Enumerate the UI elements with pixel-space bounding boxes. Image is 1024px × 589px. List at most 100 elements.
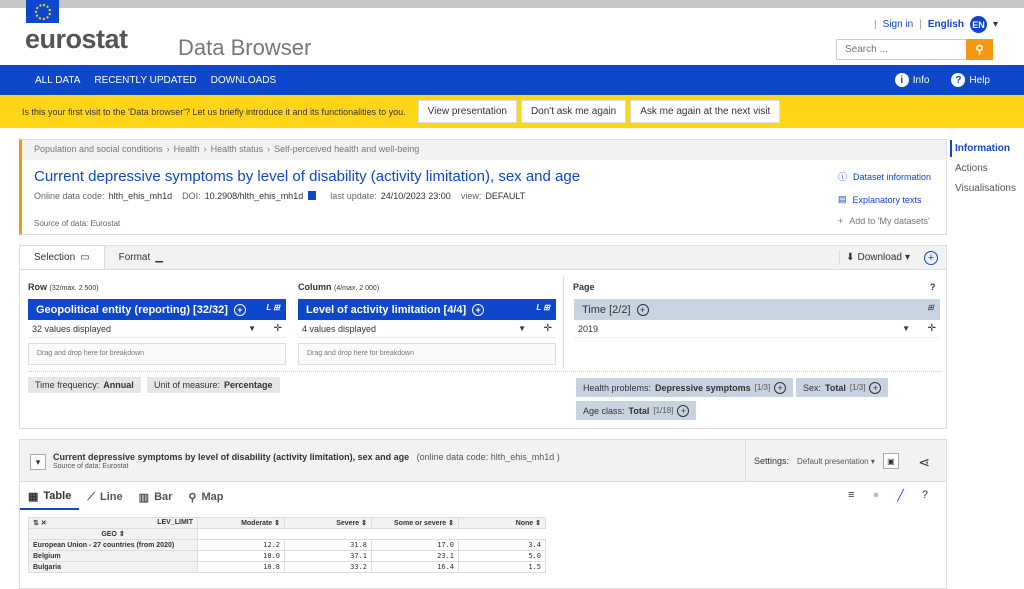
breadcrumb-item[interactable]: Health status (211, 144, 264, 156)
add-button[interactable]: + (924, 251, 938, 265)
selection-panel: Selection ▭ Format ▁ ⬇ Download ▾ + Row (32/… (19, 245, 947, 429)
right-nav-actions[interactable]: Actions (955, 163, 1016, 174)
language-code-badge[interactable]: EN (969, 16, 987, 33)
tab-map[interactable]: ⚲ Map (180, 484, 231, 510)
move-icon[interactable]: ✛ (544, 323, 552, 334)
move-icon[interactable]: ✛ (928, 323, 936, 334)
eurostat-logo[interactable]: eurostat (25, 24, 128, 55)
help-button[interactable]: ? Help (951, 73, 990, 87)
sign-in-link[interactable]: Sign in (883, 19, 914, 30)
search-button[interactable]: ⚲ (966, 39, 993, 60)
nav-downloads[interactable]: DOWNLOADS (211, 75, 277, 86)
ask-later-button[interactable]: Ask me again at the next visit (630, 100, 781, 123)
map-pin-icon: ⚲ (188, 491, 197, 504)
download-button[interactable]: ⬇ Download ▾ (839, 250, 916, 265)
swap-icon[interactable]: ⇅ ✕ (33, 519, 47, 527)
chevron-down-icon: ▼ (902, 324, 910, 333)
health-problems-chip[interactable]: Health problems: Depressive symptoms [1/3]… (576, 378, 794, 397)
presentation-select[interactable]: Default presentation ▾ (797, 457, 875, 466)
view-title: Current depressive symptoms by level of … (53, 452, 560, 462)
column-drop-zone[interactable]: Drag and drop here for breakdown (298, 343, 556, 365)
search-input[interactable] (836, 39, 966, 60)
sex-chip[interactable]: Sex: Total [1/3] + (796, 378, 889, 397)
add-to-my-datasets-link[interactable]: + Add to 'My datasets' (838, 216, 931, 226)
dont-ask-button[interactable]: Don't ask me again (520, 100, 627, 123)
nav-recently-updated[interactable]: RECENTLY UPDATED (94, 75, 196, 86)
geo-header[interactable]: GEO ⇕ (28, 528, 198, 540)
page-dimension-time[interactable]: Time [2/2] + ⊞ (574, 299, 940, 320)
help-icon[interactable]: ? (930, 282, 936, 292)
row-drop-zone[interactable]: Drag and drop here for breakdown (28, 343, 286, 365)
table-corner: ⇅ ✕ LEV_LIMIT (28, 517, 198, 529)
lock-icon[interactable]: L ⊞ (536, 303, 550, 312)
top-links: | Sign in | English EN ▾ (874, 16, 998, 33)
intro-banner: Is this your first visit to the 'Data br… (0, 95, 1024, 128)
info-circle-icon: ⓘ (838, 172, 848, 182)
chevron-down-icon[interactable]: ▾ (993, 19, 998, 30)
save-icon[interactable]: ▣ (882, 453, 899, 469)
column-header[interactable]: None ⇕ (458, 517, 546, 529)
unit-of-measure-chip[interactable]: Unit of measure: Percentage (147, 377, 280, 393)
age-class-chip[interactable]: Age class: Total [1/18] + (576, 401, 697, 420)
column-header[interactable]: Severe ⇕ (284, 517, 372, 529)
column-heading: Column (4/max. 2 000) (298, 282, 380, 292)
tab-table[interactable]: ▦ Table (20, 484, 80, 510)
pen-icon[interactable]: ╱ (897, 489, 904, 502)
table-icon: ▦ (28, 490, 39, 503)
minimize-icon: ▁ (155, 252, 163, 263)
tab-bar[interactable]: ▥ Bar (131, 484, 181, 510)
filter-icon[interactable]: ≡ (848, 489, 854, 502)
search-icon: ⚲ (975, 44, 984, 56)
nav-all-data[interactable]: ALL DATA (35, 75, 80, 86)
row-heading: Row (32/max. 2 500) (28, 282, 99, 292)
flag-icon[interactable]: ● (873, 489, 880, 502)
time-frequency-chip[interactable]: Time frequency: Annual (28, 377, 141, 393)
tab-format[interactable]: Format ▁ (105, 246, 177, 269)
copy-icon[interactable] (308, 191, 317, 200)
add-icon[interactable]: + (774, 381, 787, 394)
right-nav-information[interactable]: Information (955, 143, 1016, 154)
column-values-dropdown[interactable]: 4 values displayed ▼ ✛ (298, 322, 556, 338)
add-icon[interactable]: + (869, 381, 882, 394)
add-icon[interactable]: + (233, 303, 246, 316)
dataset-title: Current depressive symptoms by level of … (34, 168, 581, 185)
language-selector[interactable]: English (928, 19, 964, 30)
column-dimension-activity[interactable]: Level of activity limitation [4/4] + L ⊞ (298, 299, 556, 320)
add-icon[interactable]: + (677, 404, 690, 417)
share-icon[interactable]: ⋖ (918, 454, 930, 471)
tab-line[interactable]: ⟋ Line (79, 484, 130, 510)
window-icon: ▭ (80, 252, 90, 263)
info-button[interactable]: i Info (894, 73, 929, 87)
column-header[interactable]: Moderate ⇕ (197, 517, 285, 529)
app-title: Data Browser (178, 35, 312, 60)
help-icon[interactable]: ? (922, 489, 928, 502)
explanatory-texts-link[interactable]: ▤ Explanatory texts (838, 194, 931, 205)
column-header[interactable]: Some or severe ⇕ (371, 517, 459, 529)
info-icon: i (894, 73, 909, 87)
view-presentation-button[interactable]: View presentation (417, 100, 517, 123)
breadcrumb-item[interactable]: Population and social conditions (34, 144, 163, 156)
right-nav-visualisations[interactable]: Visualisations (955, 183, 1016, 194)
settings-area: Settings: Default presentation ▾ ▣ (745, 440, 899, 482)
top-strip (0, 0, 1024, 8)
move-icon[interactable]: ✛ (274, 323, 282, 334)
time-values-dropdown[interactable]: 2019 ▼ ✛ (574, 322, 940, 338)
tab-selection[interactable]: Selection ▭ (20, 246, 105, 269)
row-values-dropdown[interactable]: 32 values displayed ▼ ✛ (28, 322, 286, 338)
view-source: Source of data: Eurostat (53, 463, 129, 470)
lock-icon[interactable]: L ⊞ (266, 303, 280, 312)
document-icon: ▤ (838, 194, 847, 204)
breadcrumb-item[interactable]: Self-perceived health and well-being (274, 144, 419, 156)
dataset-source: Source of data: Eurostat (34, 219, 121, 228)
add-icon[interactable]: + (636, 303, 649, 316)
row-dimension-geo[interactable]: Geopolitical entity (reporting) [32/32] +… (28, 299, 286, 320)
breadcrumb: Population and social conditions › Health… (22, 140, 946, 160)
breadcrumb-item[interactable]: Health (174, 144, 200, 156)
dataset-information-link[interactable]: ⓘ Dataset information (838, 170, 931, 183)
lock-icon[interactable]: ⊞ (927, 303, 934, 312)
main-nav: ALL DATA RECENTLY UPDATED DOWNLOADS i Inf… (0, 65, 1024, 95)
add-icon[interactable]: + (472, 303, 485, 316)
data-view-panel: ▾ Current depressive symptoms by level o… (19, 439, 947, 589)
collapse-button[interactable]: ▾ (30, 454, 46, 470)
eu-flag-icon (26, 0, 59, 23)
